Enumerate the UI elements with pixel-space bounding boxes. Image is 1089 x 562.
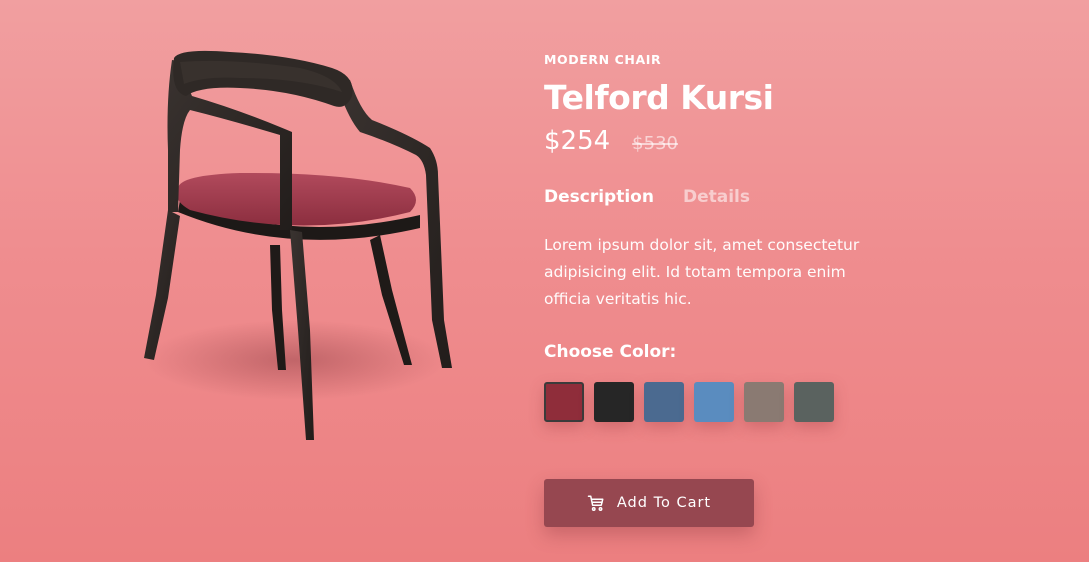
price-row: $254 $530 — [544, 125, 964, 157]
product-title: Telford Kursi — [544, 78, 774, 117]
tab-details[interactable]: Details — [683, 186, 750, 208]
chair-illustration — [144, 50, 452, 440]
add-to-cart-button[interactable]: Add To Cart — [544, 479, 754, 527]
swatch-taupe[interactable] — [744, 382, 784, 422]
cart-icon — [587, 494, 605, 512]
color-picker-label: Choose Color: — [544, 342, 677, 362]
add-to-cart-label: Add To Cart — [616, 495, 712, 511]
swatch-denim[interactable] — [644, 382, 684, 422]
product-page: MODERN CHAIR Telford Kursi $254 $530 Des… — [0, 0, 1089, 562]
info-tabs: Description Details — [544, 186, 964, 208]
original-price: $530 — [632, 133, 678, 154]
color-swatches — [544, 382, 964, 422]
swatch-black[interactable] — [594, 382, 634, 422]
swatch-crimson[interactable] — [544, 382, 584, 422]
product-description: Lorem ipsum dolor sit, amet consectetur … — [544, 236, 860, 308]
product-category: MODERN CHAIR — [544, 52, 662, 67]
tab-description[interactable]: Description — [544, 186, 654, 208]
product-image — [120, 40, 480, 460]
product-info: MODERN CHAIR Telford Kursi $254 $530 Des… — [544, 52, 964, 422]
current-price: $254 — [544, 126, 611, 156]
swatch-slate[interactable] — [794, 382, 834, 422]
swatch-sky-blue[interactable] — [694, 382, 734, 422]
